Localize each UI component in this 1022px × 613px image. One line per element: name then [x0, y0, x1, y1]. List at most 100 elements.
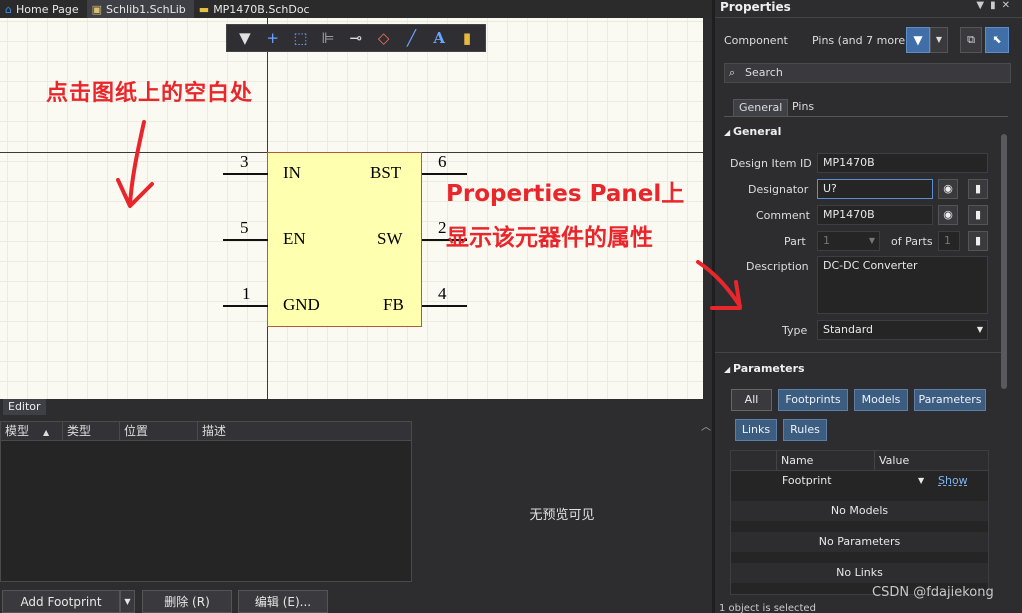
tab-label: Schlib1.SchLib [106, 2, 186, 16]
document-tab-bar: ⌂ Home Page ▣ Schlib1.SchLib ▬ MP1470B.S… [0, 0, 715, 18]
models-table: 模型 ▲ 类型 位置 描述 [0, 421, 412, 582]
select-overlap-button[interactable]: ⧉ [960, 27, 982, 53]
col-location[interactable]: 位置 [120, 422, 198, 440]
comment-visibility-button[interactable]: ◉ [938, 205, 958, 225]
design-item-id-label: Design Item ID [730, 157, 812, 170]
type-select[interactable]: Standard ▼ [817, 320, 988, 340]
select-rect-icon[interactable]: ⬚ [289, 29, 311, 47]
schlib-file-icon: ▣ [91, 2, 103, 16]
designator-field[interactable]: U? [817, 179, 933, 199]
annotation-arrow-right-icon [696, 260, 742, 310]
pin-icon[interactable]: ▮ [990, 0, 1002, 11]
eye-icon: ◉ [943, 208, 953, 221]
component-icon[interactable]: ▮ [456, 29, 478, 47]
selection-status: 1 object is selected [719, 603, 816, 613]
collapse-triangle-icon: ◢ [724, 128, 733, 137]
filter-button[interactable]: ▼ [906, 27, 930, 53]
align-icon[interactable]: ⊫ [317, 29, 339, 47]
search-input[interactable]: Search [724, 63, 1011, 83]
pin-line [223, 173, 268, 175]
edit-button[interactable]: 编辑 (E)... [238, 590, 328, 613]
description-field[interactable]: DC-DC Converter [817, 256, 988, 314]
param-filter-links-button[interactable]: Links [735, 419, 777, 441]
designator-lock-button[interactable]: ▮ [968, 179, 988, 199]
footprint-show-link[interactable]: Show [938, 471, 968, 491]
of-parts-field: 1 [938, 231, 960, 251]
move-cross-icon[interactable]: + [262, 29, 284, 47]
active-bar-toolbar: ▼ + ⬚ ⊫ ⊸ ◇ ╱ A ▮ [226, 24, 486, 52]
annotation-arrow-down-icon [116, 120, 154, 208]
chevron-down-icon: ▼ [868, 236, 875, 245]
comment-label: Comment [756, 209, 810, 222]
properties-panel: Properties ▼▮✕ Component Pins (and 7 mor… [715, 0, 1022, 613]
footprint-name: Footprint [782, 474, 832, 487]
parameters-table: Name Value Footprint ▼ Show No Models No… [730, 450, 989, 595]
general-section-header[interactable]: ◢ General [724, 125, 998, 138]
schdoc-file-icon: ▬ [198, 2, 210, 16]
comment-lock-button[interactable]: ▮ [968, 205, 988, 225]
select-icon: ⧉ [967, 33, 975, 46]
eraser-icon[interactable]: ◇ [373, 29, 395, 47]
filter-icon[interactable]: ▼ [234, 29, 256, 47]
comment-field[interactable]: MP1470B [817, 205, 933, 225]
home-icon: ⌂ [5, 2, 12, 16]
delete-button[interactable]: 删除 (R) [142, 590, 232, 613]
parameters-section-header[interactable]: ◢ Parameters [724, 362, 998, 375]
designator-visibility-button[interactable]: ◉ [938, 179, 958, 199]
pin-number: 4 [438, 284, 447, 303]
type-label: Type [782, 324, 808, 337]
add-footprint-button[interactable]: Add Footprint [2, 590, 120, 613]
param-filter-rules-button[interactable]: Rules [783, 419, 827, 441]
col-description[interactable]: 描述 [198, 422, 411, 440]
sort-asc-icon: ▲ [43, 428, 50, 437]
pin-number: 1 [242, 284, 251, 303]
param-filter-all-button[interactable]: All [731, 389, 772, 411]
tab-label: Home Page [15, 2, 79, 16]
line-icon[interactable]: ╱ [400, 29, 422, 47]
place-pin-icon[interactable]: ⊸ [345, 29, 367, 47]
pin-line [223, 305, 268, 307]
lock-icon: ▮ [974, 208, 982, 221]
annotation-panel-hint-1: Properties Panel上 [446, 181, 685, 207]
pin-name: GND [283, 295, 320, 314]
param-filter-footprints-button[interactable]: Footprints [778, 389, 848, 411]
chevron-down-icon: ▼ [935, 35, 943, 44]
part-select[interactable]: 1 ▼ [817, 231, 880, 251]
tab-home-page[interactable]: ⌂ Home Page [0, 0, 87, 18]
lock-icon: ▮ [974, 234, 982, 247]
tab-general[interactable]: General [733, 99, 789, 116]
chevron-down-icon[interactable]: ▼ [918, 471, 924, 491]
designator-label: Designator [748, 183, 809, 196]
no-preview-text: 无预览可见 [529, 508, 595, 523]
part-lock-button[interactable]: ▮ [968, 231, 988, 251]
models-table-header: 模型 ▲ 类型 位置 描述 [1, 422, 411, 441]
param-filter-parameters-button[interactable]: Parameters [914, 389, 986, 411]
filter-icon: ▼ [913, 33, 923, 47]
tab-schlib[interactable]: ▣ Schlib1.SchLib [86, 0, 194, 18]
filter-dropdown-button[interactable]: ▼ [930, 27, 948, 53]
close-icon[interactable]: ✕ [1002, 0, 1016, 11]
col-model[interactable]: 模型 ▲ [1, 422, 63, 440]
footprint-row[interactable]: Footprint ▼ Show [731, 471, 988, 491]
schematic-canvas[interactable]: ▼ + ⬚ ⊫ ⊸ ◇ ╱ A ▮ 点击图纸上的空白处 3 IN 5 EN 1 … [0, 18, 703, 399]
param-filter-models-button[interactable]: Models [854, 389, 908, 411]
collapse-triangle-icon: ◢ [724, 365, 733, 374]
tab-schdoc[interactable]: ▬ MP1470B.SchDoc [194, 0, 318, 18]
description-label: Description [746, 260, 809, 273]
collapse-up-icon[interactable]: ︿ [701, 418, 711, 433]
no-models-row: No Models [731, 501, 988, 521]
select-pointer-button[interactable]: ⬉ [985, 27, 1009, 53]
no-parameters-row: No Parameters [731, 532, 988, 552]
tab-pins[interactable]: Pins [787, 99, 819, 116]
app-window: ⌂ Home Page ▣ Schlib1.SchLib ▬ MP1470B.S… [0, 0, 1022, 613]
col-value[interactable]: Value [879, 451, 909, 471]
editor-tab[interactable]: Editor [3, 399, 46, 415]
design-item-id-field[interactable]: MP1470B [817, 153, 988, 173]
add-footprint-dropdown-button[interactable]: ▼ [120, 590, 135, 613]
text-icon[interactable]: A [428, 29, 450, 47]
col-name[interactable]: Name [781, 451, 813, 471]
menu-down-icon[interactable]: ▼ [976, 0, 990, 11]
properties-scrollbar[interactable] [1001, 134, 1007, 389]
pin-number: 6 [438, 152, 447, 171]
col-type[interactable]: 类型 [63, 422, 120, 440]
